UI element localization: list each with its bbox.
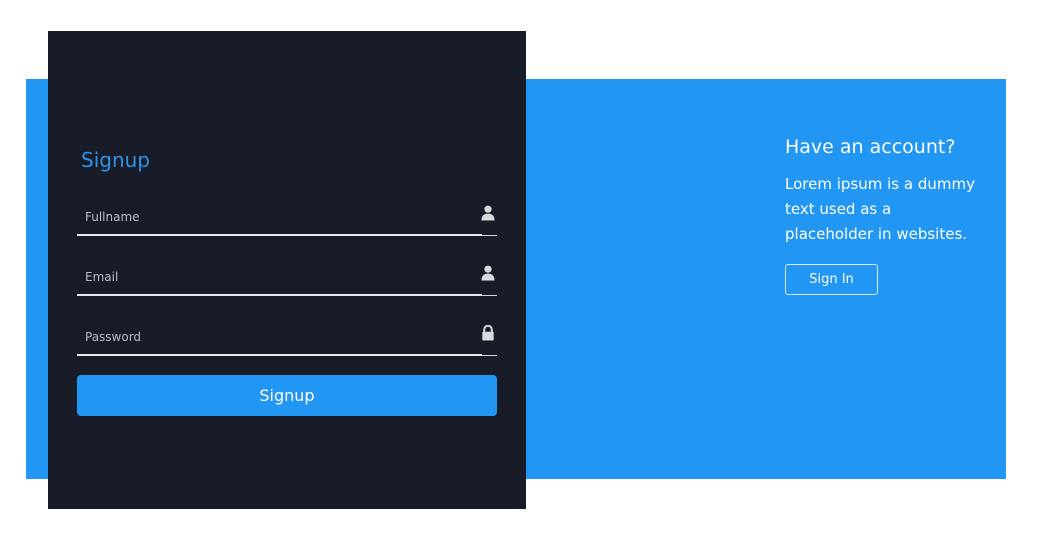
password-underline: [482, 355, 497, 356]
signin-prompt-text: Lorem ipsum is a dummy text used as a pl…: [785, 175, 975, 243]
password-field-group: [77, 319, 497, 359]
signin-prompt-panel: Have an account? Lorem ipsum is a dummy …: [785, 134, 985, 295]
signin-prompt-title: Have an account?: [785, 136, 956, 158]
email-underline: [482, 295, 497, 296]
password-input[interactable]: [77, 319, 482, 356]
signup-button[interactable]: Signup: [77, 375, 497, 416]
email-field-group: [77, 259, 497, 299]
fullname-input[interactable]: [77, 199, 482, 236]
email-input[interactable]: [77, 259, 482, 296]
user-icon: [481, 265, 495, 281]
signup-page: Signup Signup: [0, 0, 1056, 534]
form-title: Signup: [81, 148, 150, 172]
fullname-field-group: [77, 199, 497, 239]
signup-form-card: Signup Signup: [48, 31, 526, 509]
signin-button[interactable]: Sign In: [785, 264, 878, 295]
fullname-underline: [482, 235, 497, 236]
lock-icon: [482, 325, 494, 341]
user-icon: [481, 205, 495, 221]
